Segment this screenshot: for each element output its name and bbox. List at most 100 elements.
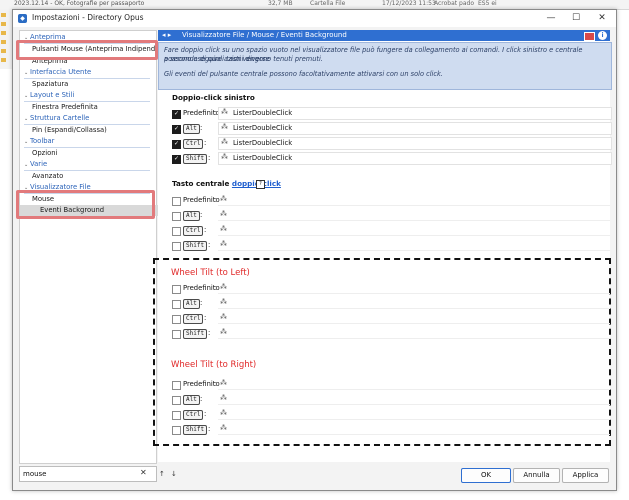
info-text-line: a seconda di quali tasti vengono tenuti … <box>164 55 323 63</box>
nav-arrows-icon[interactable]: ◂ ▸ <box>162 30 171 41</box>
background-row-extra: ES5 ei <box>478 0 497 7</box>
help-icon[interactable]: ? <box>256 180 265 189</box>
tree-item-spaziatura[interactable]: Spaziatura <box>20 79 168 90</box>
command-icon: ⁂ <box>221 153 228 161</box>
ok-button[interactable]: OK <box>461 468 511 483</box>
command-icon: ⁂ <box>220 195 227 203</box>
row-divider <box>218 235 610 236</box>
checkbox-predefinito[interactable] <box>172 197 181 206</box>
checkbox-ctrl[interactable] <box>172 227 181 236</box>
folder-icon <box>1 57 10 63</box>
settings-tree: ⌄ Anteprima Pulsanti Mouse (Anteprima Ind… <box>19 30 176 464</box>
label-colon: : <box>214 196 217 204</box>
tree-item-finestra-predefinita[interactable]: Finestra Predefinita <box>20 102 168 113</box>
row-divider <box>218 308 610 309</box>
label-colon: : <box>214 109 217 117</box>
tree-category-layout-e-stili[interactable]: ⌄ Layout e Stili <box>20 90 160 101</box>
command-value: ListerDoubleClick <box>233 139 293 147</box>
maximize-button[interactable]: ☐ <box>565 11 587 25</box>
key-shift: Shift <box>183 154 208 164</box>
tree-item-pin[interactable]: Pin (Espandi/Collassa) <box>20 125 168 136</box>
checkbox-ctrl[interactable] <box>172 411 181 420</box>
command-icon: ⁂ <box>220 394 227 402</box>
row-divider <box>218 220 610 221</box>
command-icon: ⁂ <box>220 424 227 432</box>
cancel-button[interactable]: Annulla <box>513 468 560 483</box>
checkbox-predefinito[interactable] <box>172 381 181 390</box>
row-divider <box>218 389 610 390</box>
folder-icon <box>1 12 10 18</box>
background-file-list <box>0 9 12 69</box>
key-shift: Shift <box>183 329 208 339</box>
key-ctrl: Ctrl <box>183 410 204 420</box>
checkbox-shift[interactable] <box>172 330 181 339</box>
tree-item-opzioni[interactable]: Opzioni <box>20 148 168 159</box>
row-divider <box>218 419 610 420</box>
label-colon: : <box>214 284 217 292</box>
clear-search-icon[interactable]: ✕ <box>140 468 147 477</box>
label-colon: : <box>200 211 203 219</box>
command-icon: ⁂ <box>220 379 227 387</box>
checkbox-shift[interactable] <box>172 242 181 251</box>
label-colon: : <box>208 329 211 337</box>
label-colon: : <box>204 139 207 147</box>
command-icon: ⁂ <box>220 328 227 336</box>
info-box: Fare doppio click su uno spazio vuoto ne… <box>158 42 612 90</box>
row-divider <box>218 293 610 294</box>
label-colon: : <box>200 299 203 307</box>
row-divider <box>218 323 610 324</box>
folder-icon <box>1 30 10 36</box>
key-ctrl: Ctrl <box>183 139 204 149</box>
highlight-annotation <box>16 190 155 219</box>
minimize-button[interactable]: — <box>540 11 562 25</box>
move-down-button[interactable]: ↓ <box>171 470 177 478</box>
row-divider <box>218 250 610 251</box>
info-icon[interactable]: i <box>598 31 607 40</box>
folder-icon <box>1 39 10 45</box>
key-ctrl: Ctrl <box>183 226 204 236</box>
checkbox-shift[interactable] <box>172 426 181 435</box>
command-value: ListerDoubleClick <box>233 109 293 117</box>
label-colon: : <box>208 425 211 433</box>
toggle-icon[interactable] <box>584 32 595 41</box>
apply-button[interactable]: Applica <box>562 468 609 483</box>
label-colon: : <box>214 380 217 388</box>
checkbox-ctrl[interactable] <box>172 315 181 324</box>
label-colon: : <box>200 124 203 132</box>
checkbox-alt[interactable] <box>172 125 181 134</box>
key-alt: Alt <box>183 299 200 309</box>
command-icon: ⁂ <box>220 298 227 306</box>
section-title-wheel-tilt-left: Wheel Tilt (to Left) <box>171 268 250 278</box>
tree-category-toolbar[interactable]: ⌄ Toolbar <box>20 136 160 147</box>
search-value: mouse <box>23 470 47 478</box>
move-up-button[interactable]: ↑ <box>159 470 165 478</box>
section-title-wheel-tilt-right: Wheel Tilt (to Right) <box>171 360 257 370</box>
background-row-size: 32,7 MB <box>268 0 293 7</box>
checkbox-alt[interactable] <box>172 300 181 309</box>
checkbox-alt[interactable] <box>172 396 181 405</box>
label-colon: : <box>200 395 203 403</box>
tree-category-interfaccia-utente[interactable]: ⌄ Interfaccia Utente <box>20 67 160 78</box>
checkbox-alt[interactable] <box>172 212 181 221</box>
label-colon: : <box>204 314 207 322</box>
close-button[interactable]: ✕ <box>591 11 613 25</box>
checkbox-shift[interactable] <box>172 155 181 164</box>
label-colon: : <box>204 226 207 234</box>
title-bar: ◆ Impostazioni - Directory Opus — ☐ ✕ <box>13 10 616 27</box>
highlight-annotation <box>16 40 158 60</box>
breadcrumb-path: Visualizzatore File / Mouse / Eventi Bac… <box>182 31 347 39</box>
tree-item-avanzato[interactable]: Avanzato <box>20 171 168 182</box>
settings-window: ◆ Impostazioni - Directory Opus — ☐ ✕ ⌄ A… <box>12 9 617 491</box>
checkbox-predefinito[interactable] <box>172 110 181 119</box>
row-divider <box>218 404 610 405</box>
checkbox-predefinito[interactable] <box>172 285 181 294</box>
checkbox-ctrl[interactable] <box>172 140 181 149</box>
row-divider <box>218 434 610 435</box>
row-divider <box>218 205 610 206</box>
command-icon: ⁂ <box>220 409 227 417</box>
tree-category-struttura-cartelle[interactable]: ⌄ Struttura Cartelle <box>20 113 160 124</box>
key-ctrl: Ctrl <box>183 314 204 324</box>
command-value: ListerDoubleClick <box>233 154 293 162</box>
key-alt: Alt <box>183 395 200 405</box>
tree-category-varie[interactable]: ⌄ Varie <box>20 159 160 170</box>
